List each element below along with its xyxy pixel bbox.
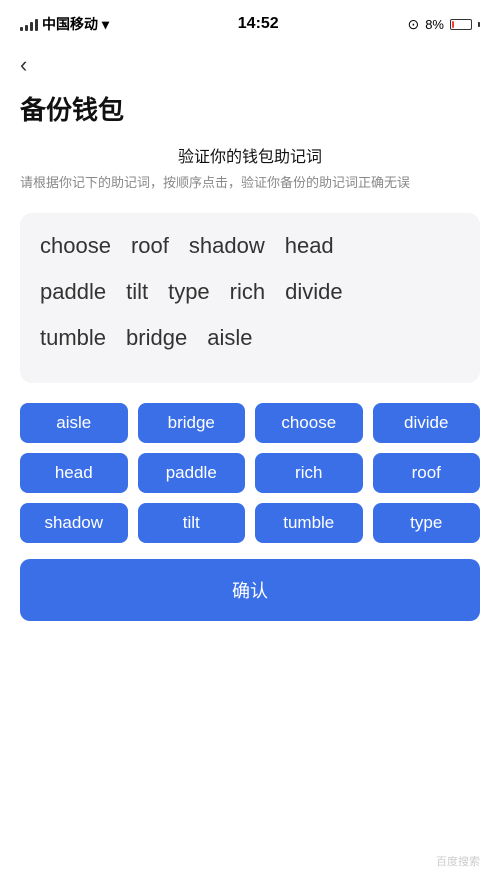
carrier-name: 中国移动 <box>42 14 98 34</box>
word-row: tumble bridge aisle <box>40 325 460 351</box>
word-chip[interactable]: roof <box>373 453 481 493</box>
signal-icon <box>20 17 38 31</box>
subtitle-desc: 请根据你记下的助记词，按顺序点击，验证你备份的助记词正确无误 <box>20 173 480 193</box>
status-carrier: 中国移动 ▾ <box>20 14 109 34</box>
word-item: bridge <box>126 325 187 351</box>
page-title: 备份钱包 <box>0 82 500 143</box>
word-chip[interactable]: divide <box>373 403 481 443</box>
word-chip[interactable]: rich <box>255 453 363 493</box>
word-item: roof <box>131 233 169 259</box>
word-item: tilt <box>126 279 148 305</box>
word-chip[interactable]: type <box>373 503 481 543</box>
watermark: 百度搜索 <box>436 853 480 869</box>
circle-icon: ⊙ <box>407 16 419 33</box>
word-item: type <box>168 279 210 305</box>
status-bar: 中国移动 ▾ 14:52 ⊙ 8% <box>0 0 500 44</box>
word-chip[interactable]: shadow <box>20 503 128 543</box>
status-time: 14:52 <box>238 15 279 33</box>
word-chip[interactable]: tumble <box>255 503 363 543</box>
battery-percent: 8% <box>425 17 444 32</box>
word-chip[interactable]: tilt <box>138 503 246 543</box>
confirm-button[interactable]: 确认 <box>20 559 480 621</box>
chips-section: aislebridgechoosedivide headpaddlerichroo… <box>0 403 500 621</box>
word-chip[interactable]: paddle <box>138 453 246 493</box>
word-item: choose <box>40 233 111 259</box>
word-item: paddle <box>40 279 106 305</box>
word-row: choose roof shadow head <box>40 233 460 259</box>
battery-tip <box>478 22 480 27</box>
word-item: aisle <box>207 325 252 351</box>
word-chip[interactable]: choose <box>255 403 363 443</box>
word-row: paddle tilt type rich divide <box>40 279 460 305</box>
word-item: shadow <box>189 233 265 259</box>
word-item: divide <box>285 279 342 305</box>
word-item: tumble <box>40 325 106 351</box>
back-button[interactable]: ‹ <box>0 44 500 82</box>
battery-icon <box>450 19 472 30</box>
subtitle-main: 验证你的钱包助记词 <box>20 143 480 167</box>
word-chip[interactable]: aisle <box>20 403 128 443</box>
wifi-icon: ▾ <box>102 16 109 33</box>
word-item: rich <box>230 279 265 305</box>
word-chip[interactable]: head <box>20 453 128 493</box>
word-chip[interactable]: bridge <box>138 403 246 443</box>
status-battery: ⊙ 8% <box>407 16 480 33</box>
chips-grid: aislebridgechoosedivide headpaddlerichroo… <box>20 403 480 543</box>
subtitle-section: 验证你的钱包助记词 请根据你记下的助记词，按顺序点击，验证你备份的助记词正确无误 <box>0 143 500 203</box>
word-display-box: choose roof shadow head paddle tilt type richdi… <box>20 213 480 383</box>
word-item: head <box>285 233 334 259</box>
